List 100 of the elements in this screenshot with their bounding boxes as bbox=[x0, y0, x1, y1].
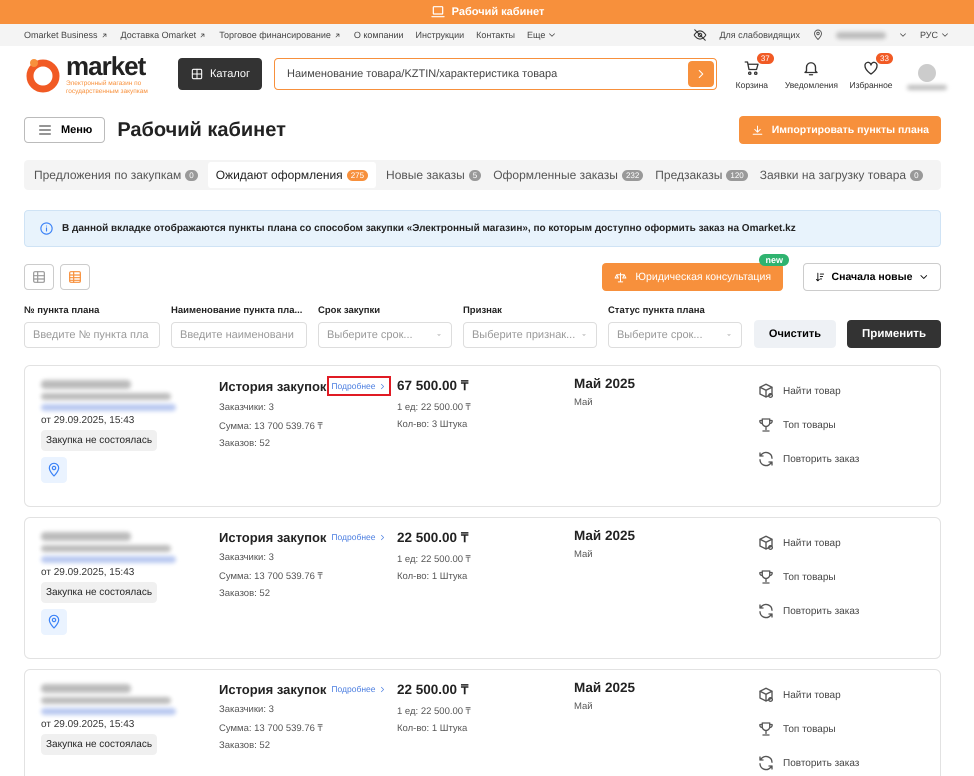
table-icon bbox=[31, 269, 47, 285]
input-field[interactable]: Введите наименовани bbox=[171, 322, 307, 348]
accessibility-link[interactable]: Для слабовидящих bbox=[719, 30, 800, 40]
price-text: 22 500.00 ₸ bbox=[397, 681, 470, 698]
view-toggle[interactable] bbox=[60, 264, 90, 290]
cart-icon bbox=[742, 58, 761, 76]
orders-text: Заказов: 52 bbox=[219, 438, 271, 449]
search-bar[interactable]: Наименование товара/KZTIN/характеристика товара bbox=[274, 58, 717, 90]
scales-icon bbox=[614, 270, 628, 284]
tab[interactable]: Оформленные заказы 232 bbox=[487, 162, 650, 188]
action-button[interactable]: Повторить заказ bbox=[757, 754, 924, 772]
catalog-button[interactable]: Каталог bbox=[178, 58, 262, 90]
status-tag: Закупка не состоялась bbox=[41, 582, 158, 603]
price-text: 22 500.00 ₸ bbox=[397, 529, 470, 546]
menu-button[interactable]: Меню bbox=[24, 117, 106, 143]
action-button[interactable]: Топ товары bbox=[757, 416, 924, 434]
caret-icon bbox=[580, 331, 588, 339]
tab[interactable]: Ожидают оформления 275 bbox=[208, 162, 376, 188]
caret-icon bbox=[724, 331, 733, 339]
unit-price-text: 1 ед: 22 500.00 ₸ bbox=[397, 705, 472, 717]
count-badge: 120 bbox=[726, 170, 748, 180]
grid-icon bbox=[190, 67, 204, 81]
date-text: от 29.09.2025, 15:43 bbox=[41, 567, 136, 578]
count-badge: 37 bbox=[756, 52, 774, 64]
filter-label: Признак bbox=[462, 305, 503, 316]
unit-price-text: 1 ед: 22 500.00 ₸ bbox=[397, 553, 472, 565]
count-badge: 232 bbox=[622, 170, 644, 180]
nav-link[interactable]: Доставка Omarket bbox=[120, 30, 208, 40]
apply-button[interactable]: Применить bbox=[847, 320, 942, 348]
nav-link[interactable]: О компании bbox=[354, 30, 404, 40]
history-title: История закупок bbox=[219, 530, 326, 544]
refresh-icon bbox=[757, 450, 775, 468]
orders-text: Заказов: 52 bbox=[219, 740, 271, 751]
sum-text: Сумма: 13 700 539.76 ₸ bbox=[219, 570, 324, 582]
period-text: Май 2025 bbox=[574, 528, 636, 543]
nav-link[interactable]: Еще bbox=[527, 30, 558, 40]
action-button[interactable]: Повторить заказ bbox=[757, 602, 924, 620]
info-icon bbox=[39, 221, 54, 236]
action-button[interactable]: Топ товары bbox=[757, 568, 924, 586]
period-text: Май 2025 bbox=[574, 376, 636, 391]
tab[interactable]: Предзаказы 120 bbox=[649, 162, 754, 188]
language-selector[interactable]: РУС bbox=[920, 30, 950, 40]
trophy-icon bbox=[757, 416, 775, 434]
count-badge: 0 bbox=[185, 170, 198, 180]
details-link[interactable]: Подробнее bbox=[327, 528, 390, 546]
view-toggle[interactable] bbox=[24, 264, 54, 290]
search-submit-button[interactable] bbox=[688, 61, 714, 87]
nav-link[interactable]: Инструкции bbox=[416, 30, 464, 40]
action-button[interactable]: Повторить заказ bbox=[757, 450, 924, 468]
action-button[interactable]: Топ товары bbox=[757, 720, 924, 738]
nav-link[interactable]: Omarket Business bbox=[24, 30, 109, 40]
date-text: от 29.09.2025, 15:43 bbox=[41, 719, 136, 730]
refresh-icon bbox=[757, 754, 775, 772]
clear-button[interactable]: Очистить bbox=[754, 320, 836, 348]
sort-icon bbox=[814, 271, 826, 283]
blurred-text bbox=[907, 84, 947, 90]
tab[interactable]: Предложения по закупкам 0 bbox=[28, 162, 204, 188]
nav-link[interactable]: Контакты bbox=[476, 30, 516, 40]
date-text: от 29.09.2025, 15:43 bbox=[41, 415, 136, 426]
input-field[interactable]: Введите № пункта пла bbox=[24, 322, 160, 348]
trophy-icon bbox=[757, 720, 775, 738]
banner-title: Рабочий кабинет bbox=[452, 6, 544, 18]
details-link[interactable]: Подробнее bbox=[327, 680, 390, 698]
customers-text: Заказчики: 3 bbox=[219, 402, 275, 413]
location-icon bbox=[46, 462, 62, 478]
period-text: Май 2025 bbox=[574, 680, 636, 695]
details-link[interactable]: Подробнее bbox=[327, 376, 390, 396]
quantity-text: Кол-во: 3 Штука bbox=[397, 419, 468, 430]
search-field[interactable]: Наименование товара/KZTIN/характеристика товара bbox=[285, 67, 688, 81]
header-icon-button[interactable]: Уведомления bbox=[784, 58, 838, 90]
count-badge: 275 bbox=[346, 170, 368, 180]
refresh-icon bbox=[757, 602, 775, 620]
tab[interactable]: Новые заказы 5 bbox=[380, 162, 488, 188]
month-text: Май bbox=[574, 397, 594, 408]
location-button[interactable] bbox=[41, 609, 67, 635]
action-button[interactable]: Найти товар bbox=[757, 686, 924, 704]
filter-label: Срок закупки bbox=[318, 305, 382, 316]
avatar-icon[interactable] bbox=[918, 64, 936, 82]
action-button[interactable]: Найти товар bbox=[757, 534, 924, 552]
status-tag: Закупка не состоялась bbox=[41, 734, 158, 755]
sort-dropdown[interactable]: Сначала новые bbox=[803, 263, 941, 291]
download-icon bbox=[750, 124, 764, 136]
price-text: 67 500.00 ₸ bbox=[397, 377, 470, 394]
tab[interactable]: Заявки на загрузку товара 0 bbox=[754, 162, 929, 188]
box-search-icon bbox=[757, 382, 775, 400]
location-button[interactable] bbox=[41, 457, 67, 483]
table-icon bbox=[67, 269, 83, 285]
month-text: Май bbox=[574, 701, 594, 712]
eye-off-icon bbox=[693, 28, 708, 42]
new-badge: new bbox=[759, 254, 789, 266]
status-tag: Закупка не состоялась bbox=[41, 430, 158, 451]
customers-text: Заказчики: 3 bbox=[219, 704, 275, 715]
laptop-icon bbox=[430, 4, 446, 20]
count-badge: 33 bbox=[876, 52, 893, 64]
nav-link[interactable]: Торговое финансирование bbox=[219, 30, 342, 40]
filter-label: Наименование пункта пла... bbox=[171, 305, 304, 316]
month-text: Май bbox=[574, 549, 594, 560]
unit-price-text: 1 ед: 22 500.00 ₸ bbox=[397, 401, 472, 413]
action-button[interactable]: Найти товар bbox=[757, 382, 924, 400]
blurred-text bbox=[836, 32, 886, 38]
